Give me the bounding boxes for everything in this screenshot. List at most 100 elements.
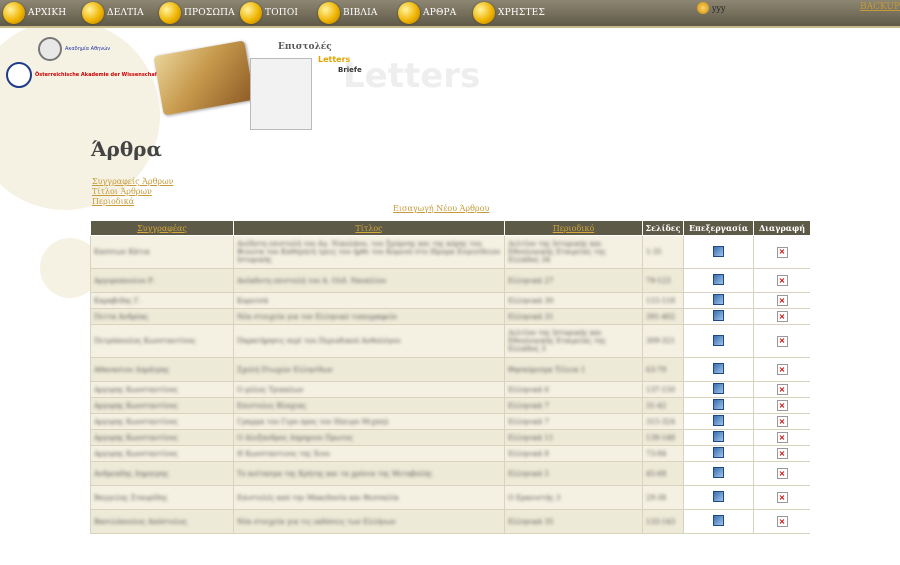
academy-athens-name: Ακαδημία Αθηνών (65, 46, 111, 52)
delete-icon[interactable]: × (776, 275, 788, 286)
delete-cell: × (753, 397, 810, 414)
nav-item-books[interactable]: ΒΙΒΛΙΑ (318, 1, 378, 25)
journal-cell: Ελληνικά 35 (504, 509, 643, 534)
edit-icon[interactable] (713, 274, 724, 285)
title-cell-text: Ανέδοτη επιστολή του Αγ. Νικολάου, του Σ… (237, 240, 501, 264)
link-article-titles[interactable]: Τίτλοι Άρθρων (92, 187, 173, 197)
journal-cell-text: Ελληνικά 5 (508, 469, 549, 478)
nav-item-users[interactable]: ΧΡΗΣΤΕΣ (473, 1, 545, 25)
title-cell-text: Το κοίτασμα της Κρήτης και τα χρόνια της… (237, 469, 433, 478)
edit-cell (683, 485, 754, 510)
column-header-journal[interactable]: Περιοδικό (504, 220, 643, 236)
title-cell: Παρατήρησις περί του Περιοδικού Ανθολόγο… (233, 324, 505, 358)
nav-item-persons[interactable]: ΠΡΟΣΩΠΑ (159, 1, 235, 25)
link-journals[interactable]: Περιοδικά (92, 197, 173, 207)
oeaw-name: Österreichische Akademie der Wissenschaf… (35, 72, 167, 78)
edit-icon[interactable] (713, 467, 724, 478)
nav-item-places[interactable]: ΤΟΠΟΙ (240, 1, 298, 25)
nav-item-articles[interactable]: ΑΡΘΡΑ (398, 1, 457, 25)
pages-cell: 137-150 (642, 381, 684, 398)
top-navigation-bar: ΑΡΧΙΚΗ ΔΕΛΤΙΑ ΠΡΟΣΩΠΑ ΤΟΠΟΙ ΒΙΒΛΙΑ ΑΡΘΡΑ… (0, 0, 900, 28)
author-cell-text: Κασσιων Κάτια (94, 248, 150, 256)
title-cell: Ανέκδοτη επιστολή του Α. Ολδ. Ναυπλίου (233, 268, 505, 293)
pages-cell: 315-324 (642, 413, 684, 430)
edit-icon[interactable] (713, 363, 724, 374)
edit-icon[interactable] (713, 245, 724, 257)
delete-cell: × (753, 381, 810, 398)
journal-cell-text: Ελληνικά 30 (508, 296, 554, 305)
edit-icon[interactable] (713, 491, 724, 502)
delete-icon[interactable]: × (776, 295, 788, 306)
author-cell: Πεττα Ανδρέας (90, 308, 234, 325)
edit-icon[interactable] (713, 431, 724, 442)
journal-cell-text: Δελτίον της Ιστορικής και Εθνολογικής Ετ… (508, 329, 606, 353)
journal-cell-text: Ελληνικά 7 (508, 401, 549, 410)
delete-icon[interactable]: × (776, 311, 788, 322)
user-icon (697, 2, 709, 14)
pages-cell-text: 29-38 (646, 493, 667, 502)
journal-cell: Ελληνικά 30 (504, 292, 643, 309)
academy-seal-icon (38, 37, 62, 61)
pages-cell-text: 137-150 (646, 385, 676, 394)
backup-link[interactable]: BACKUP (860, 2, 900, 12)
edit-icon[interactable] (713, 399, 724, 410)
edit-icon[interactable] (713, 310, 724, 321)
delete-cell: × (753, 324, 810, 358)
delete-icon[interactable]: × (776, 448, 788, 459)
open-book-icon (398, 2, 420, 24)
author-cell-text: Αργυρης Κωνσταντίνος (94, 385, 178, 394)
link-article-authors[interactable]: Συγγραφείς Άρθρων (92, 177, 173, 187)
delete-icon[interactable]: × (776, 246, 788, 258)
delete-cell: × (753, 268, 810, 293)
nav-label: ΔΕΛΤΙΑ (107, 8, 144, 18)
title-cell: Το κοίτασμα της Κρήτης και τα χρόνια της… (233, 461, 505, 486)
delete-icon[interactable]: × (776, 516, 788, 527)
journal-cell-text: Ελληνικά 31 (508, 312, 554, 321)
nav-item-cards[interactable]: ΔΕΛΤΙΑ (82, 1, 144, 25)
title-cell-text: Κορυτσά (237, 296, 269, 305)
delete-icon[interactable]: × (776, 468, 788, 479)
edit-icon[interactable] (713, 294, 724, 305)
pages-cell: 139-148 (642, 429, 684, 446)
edit-icon[interactable] (713, 515, 724, 526)
edit-cell (683, 292, 754, 309)
edit-icon[interactable] (713, 383, 724, 394)
author-cell-text: Πετρόπουλος Κωνσταντίνος (94, 337, 196, 345)
title-cell: Σχολή Πτωχών Ελληνίδων (233, 357, 505, 382)
table-row: Καραβιδης Γ. Κορυτσά Ελληνικά 30 115-118 × (90, 292, 810, 309)
author-cell-text: Καραβιδης Γ. (94, 296, 142, 305)
column-header-author[interactable]: Συγγραφέας (90, 220, 234, 236)
title-cell-text: Ανέκδοτη επιστολή του Α. Ολδ. Ναυπλίου (237, 276, 386, 285)
pages-cell-text: 115-118 (646, 296, 676, 305)
delete-icon[interactable]: × (776, 416, 788, 427)
title-cell: Ανέδοτη επιστολή του Αγ. Νικολάου, του Σ… (233, 235, 505, 269)
title-cell-text: Νέα στοιχεία για τις εκδόσεις των Ελλήνω… (237, 517, 396, 526)
nav-label: ΤΟΠΟΙ (265, 8, 299, 18)
delete-icon[interactable]: × (776, 432, 788, 443)
banner-title-german: Briefe (338, 66, 362, 74)
edit-icon[interactable] (713, 415, 724, 426)
journal-cell-text: Δελτίον της Ιστορικής και Εθνολογικής Ετ… (508, 240, 606, 264)
journal-cell-text: Ελληνικά 8 (508, 449, 549, 458)
articles-table: Συγγραφέας Τίτλος Περιοδικό Σελίδες Επεξ… (90, 220, 810, 534)
journal-cell: Δελτίον της Ιστορικής και Εθνολογικής Ετ… (504, 235, 643, 269)
delete-icon[interactable]: × (776, 384, 788, 395)
delete-icon[interactable]: × (776, 492, 788, 503)
card-icon (82, 2, 104, 24)
table-row: Αργυρης Κωνσταντίνος Ο μύλος Τρικαλων Ελλη… (90, 381, 810, 398)
edit-icon[interactable] (713, 447, 724, 458)
edit-icon[interactable] (713, 334, 724, 346)
column-header-title[interactable]: Τίτλος (233, 220, 505, 236)
pages-cell: 29-38 (642, 485, 684, 510)
delete-cell: × (753, 485, 810, 510)
new-article-link[interactable]: Εισαγωγή Νέου Άρθρου (393, 204, 489, 213)
title-cell-text: Παρατήρησις περί του Περιοδικού Ανθολόγο… (237, 337, 401, 345)
nav-item-home[interactable]: ΑΡΧΙΚΗ (3, 1, 66, 25)
pages-cell: 45-68 (642, 461, 684, 486)
delete-icon[interactable]: × (776, 335, 788, 347)
delete-icon[interactable]: × (776, 400, 788, 411)
column-header-edit: Επεξεργασία (683, 220, 754, 236)
delete-icon[interactable]: × (776, 364, 788, 375)
username: yyy (712, 3, 726, 13)
author-cell-text: Αργυρης Κωνσταντίνος (94, 433, 178, 442)
